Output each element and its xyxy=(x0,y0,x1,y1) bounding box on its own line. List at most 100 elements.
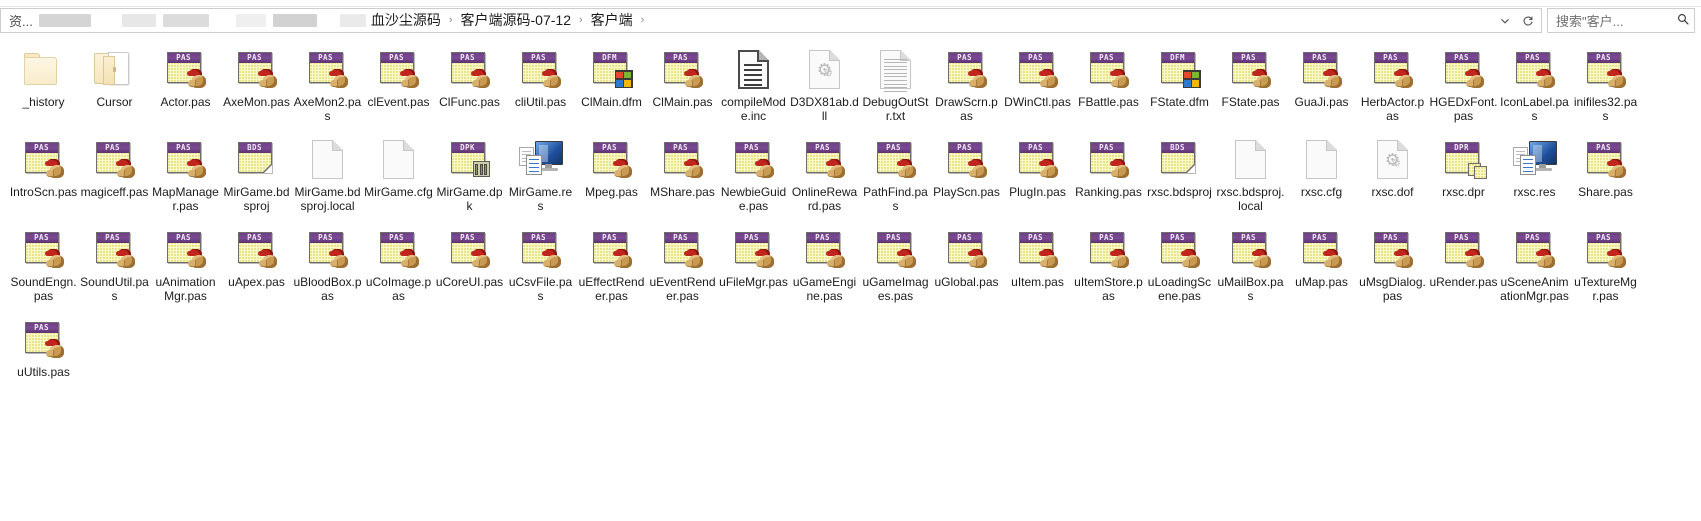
file-item[interactable]: MirGame.res xyxy=(505,133,576,223)
delphi-pas-icon[interactable]: PAS xyxy=(1227,225,1275,273)
delphi-pas-icon[interactable]: PAS xyxy=(20,135,68,183)
file-item[interactable]: PAS Share.pas xyxy=(1570,133,1641,223)
delphi-pas-icon[interactable]: PAS xyxy=(1511,45,1559,93)
file-item[interactable]: PAS uEventRender.pas xyxy=(647,223,718,313)
delphi-pas-icon[interactable]: PAS xyxy=(943,135,991,183)
delphi-pas-icon[interactable]: PAS xyxy=(1440,225,1488,273)
breadcrumb-separator-2[interactable]: › xyxy=(637,8,649,33)
file-item[interactable]: PAS MapManager.pas xyxy=(150,133,221,223)
file-item[interactable]: PAS IconLabel.pas xyxy=(1499,43,1570,133)
delphi-pas-icon[interactable]: PAS xyxy=(801,135,849,183)
delphi-pas-icon[interactable]: PAS xyxy=(1085,135,1133,183)
search-icon[interactable] xyxy=(1677,12,1689,30)
delphi-pas-icon[interactable]: PAS xyxy=(1014,225,1062,273)
file-item[interactable]: PAS uAnimationMgr.pas xyxy=(150,223,221,313)
file-item[interactable]: DFM ClMain.dfm xyxy=(576,43,647,133)
file-item[interactable]: PAS uSceneAnimationMgr.pas xyxy=(1499,223,1570,313)
file-item[interactable]: _history xyxy=(8,43,79,133)
document-gear-icon[interactable]: ⚙ ⚙ xyxy=(1369,135,1417,183)
delphi-pas-icon[interactable]: PAS xyxy=(588,135,636,183)
file-item[interactable]: PAS uLoadingScene.pas xyxy=(1144,223,1215,313)
delphi-pas-icon[interactable]: PAS xyxy=(20,315,68,363)
delphi-pas-icon[interactable]: PAS xyxy=(1227,45,1275,93)
delphi-pas-icon[interactable]: PAS xyxy=(517,45,565,93)
breadcrumb-item-0[interactable]: 血沙尘源码 xyxy=(367,8,445,33)
delphi-pas-icon[interactable]: PAS xyxy=(1156,225,1204,273)
file-item[interactable]: PAS uGlobal.pas xyxy=(931,223,1002,313)
delphi-pas-icon[interactable]: PAS xyxy=(20,225,68,273)
file-item[interactable]: rxsc.cfg xyxy=(1286,133,1357,223)
resource-monitor-icon[interactable] xyxy=(517,135,565,183)
file-list-pane[interactable]: _history Cursor PAS Actor.pas PAS AxeMon.pas P… xyxy=(0,37,1701,521)
file-item[interactable]: PAS SoundEngn.pas xyxy=(8,223,79,313)
delphi-pas-icon[interactable]: PAS xyxy=(162,225,210,273)
delphi-pas-icon[interactable]: PAS xyxy=(91,225,139,273)
refresh-icon[interactable] xyxy=(1517,15,1539,27)
chevron-down-icon[interactable] xyxy=(1494,16,1516,26)
document-blank-icon[interactable] xyxy=(1298,135,1346,183)
delphi-pas-icon[interactable]: PAS xyxy=(233,45,281,93)
delphi-pas-icon[interactable]: PAS xyxy=(91,135,139,183)
file-item[interactable]: PAS GuaJi.pas xyxy=(1286,43,1357,133)
file-item[interactable]: DPK MirGame.dpk xyxy=(434,133,505,223)
file-item[interactable]: PAS DWinCtl.pas xyxy=(1002,43,1073,133)
delphi-pas-icon[interactable]: PAS xyxy=(446,45,494,93)
file-item[interactable]: PAS Mpeg.pas xyxy=(576,133,647,223)
file-item[interactable]: PAS uMsgDialog.pas xyxy=(1357,223,1428,313)
delphi-pas-icon[interactable]: PAS xyxy=(943,225,991,273)
file-item[interactable]: PAS cliUtil.pas xyxy=(505,43,576,133)
delphi-pas-icon[interactable]: PAS xyxy=(1014,45,1062,93)
delphi-pas-icon[interactable]: PAS xyxy=(1298,225,1346,273)
file-item[interactable]: PAS uMailBox.pas xyxy=(1215,223,1286,313)
delphi-pas-icon[interactable]: PAS xyxy=(588,225,636,273)
delphi-dfm-icon[interactable]: DFM xyxy=(588,45,636,93)
delphi-pas-icon[interactable]: PAS xyxy=(872,135,920,183)
file-item[interactable]: PAS OnlineReward.pas xyxy=(789,133,860,223)
resource-monitor-icon[interactable] xyxy=(1511,135,1559,183)
document-bold-icon[interactable] xyxy=(730,45,778,93)
delphi-bds-icon[interactable]: BDS xyxy=(233,135,281,183)
delphi-pas-icon[interactable]: PAS xyxy=(304,45,352,93)
delphi-pas-icon[interactable]: PAS xyxy=(1298,45,1346,93)
file-item[interactable]: PAS uRender.pas xyxy=(1428,223,1499,313)
file-item[interactable]: PAS HGEDxFont.pas xyxy=(1428,43,1499,133)
file-item[interactable]: ⚙ ⚙ D3DX81ab.dll xyxy=(789,43,860,133)
delphi-pas-icon[interactable]: PAS xyxy=(1369,45,1417,93)
delphi-pas-icon[interactable]: PAS xyxy=(872,225,920,273)
file-item[interactable]: PAS MShare.pas xyxy=(647,133,718,223)
file-item[interactable]: PAS uUtils.pas xyxy=(8,313,79,403)
search-input[interactable]: 搜索"客户... xyxy=(1547,8,1695,33)
file-item[interactable]: DebugOutStr.txt xyxy=(860,43,931,133)
file-item[interactable]: DPR rxsc.dpr xyxy=(1428,133,1499,223)
delphi-pas-icon[interactable]: PAS xyxy=(1511,225,1559,273)
file-item[interactable]: PAS IntroScn.pas xyxy=(8,133,79,223)
file-item[interactable]: PAS ClMain.pas xyxy=(647,43,718,133)
breadcrumb-separator-1[interactable]: › xyxy=(575,8,587,33)
file-item[interactable]: PAS AxeMon2.pas xyxy=(292,43,363,133)
file-item[interactable]: BDS MirGame.bdsproj xyxy=(221,133,292,223)
delphi-pas-icon[interactable]: PAS xyxy=(1582,225,1630,273)
delphi-pas-icon[interactable]: PAS xyxy=(730,225,778,273)
file-item[interactable]: PAS uEffectRender.pas xyxy=(576,223,647,313)
file-item[interactable]: PAS HerbActor.pas xyxy=(1357,43,1428,133)
file-item[interactable]: compileMode.inc xyxy=(718,43,789,133)
delphi-pas-icon[interactable]: PAS xyxy=(659,225,707,273)
delphi-dfm-icon[interactable]: DFM xyxy=(1156,45,1204,93)
document-text-icon[interactable] xyxy=(872,45,920,93)
delphi-pas-icon[interactable]: PAS xyxy=(446,225,494,273)
delphi-pas-icon[interactable]: PAS xyxy=(162,45,210,93)
document-blank-icon[interactable] xyxy=(375,135,423,183)
file-item[interactable]: PAS Ranking.pas xyxy=(1073,133,1144,223)
delphi-pas-icon[interactable]: PAS xyxy=(375,225,423,273)
file-item[interactable]: MirGame.bdsproj.local xyxy=(292,133,363,223)
file-item[interactable]: PAS ClFunc.pas xyxy=(434,43,505,133)
file-item[interactable]: PAS NewbieGuide.pas xyxy=(718,133,789,223)
delphi-pas-icon[interactable]: PAS xyxy=(1014,135,1062,183)
delphi-pas-icon[interactable]: PAS xyxy=(1369,225,1417,273)
delphi-dpk-icon[interactable]: DPK xyxy=(446,135,494,183)
delphi-pas-icon[interactable]: PAS xyxy=(801,225,849,273)
folder-closed-icon[interactable] xyxy=(20,45,68,93)
file-item[interactable]: PAS PathFind.pas xyxy=(860,133,931,223)
file-item[interactable]: PAS uApex.pas xyxy=(221,223,292,313)
delphi-pas-icon[interactable]: PAS xyxy=(1085,45,1133,93)
